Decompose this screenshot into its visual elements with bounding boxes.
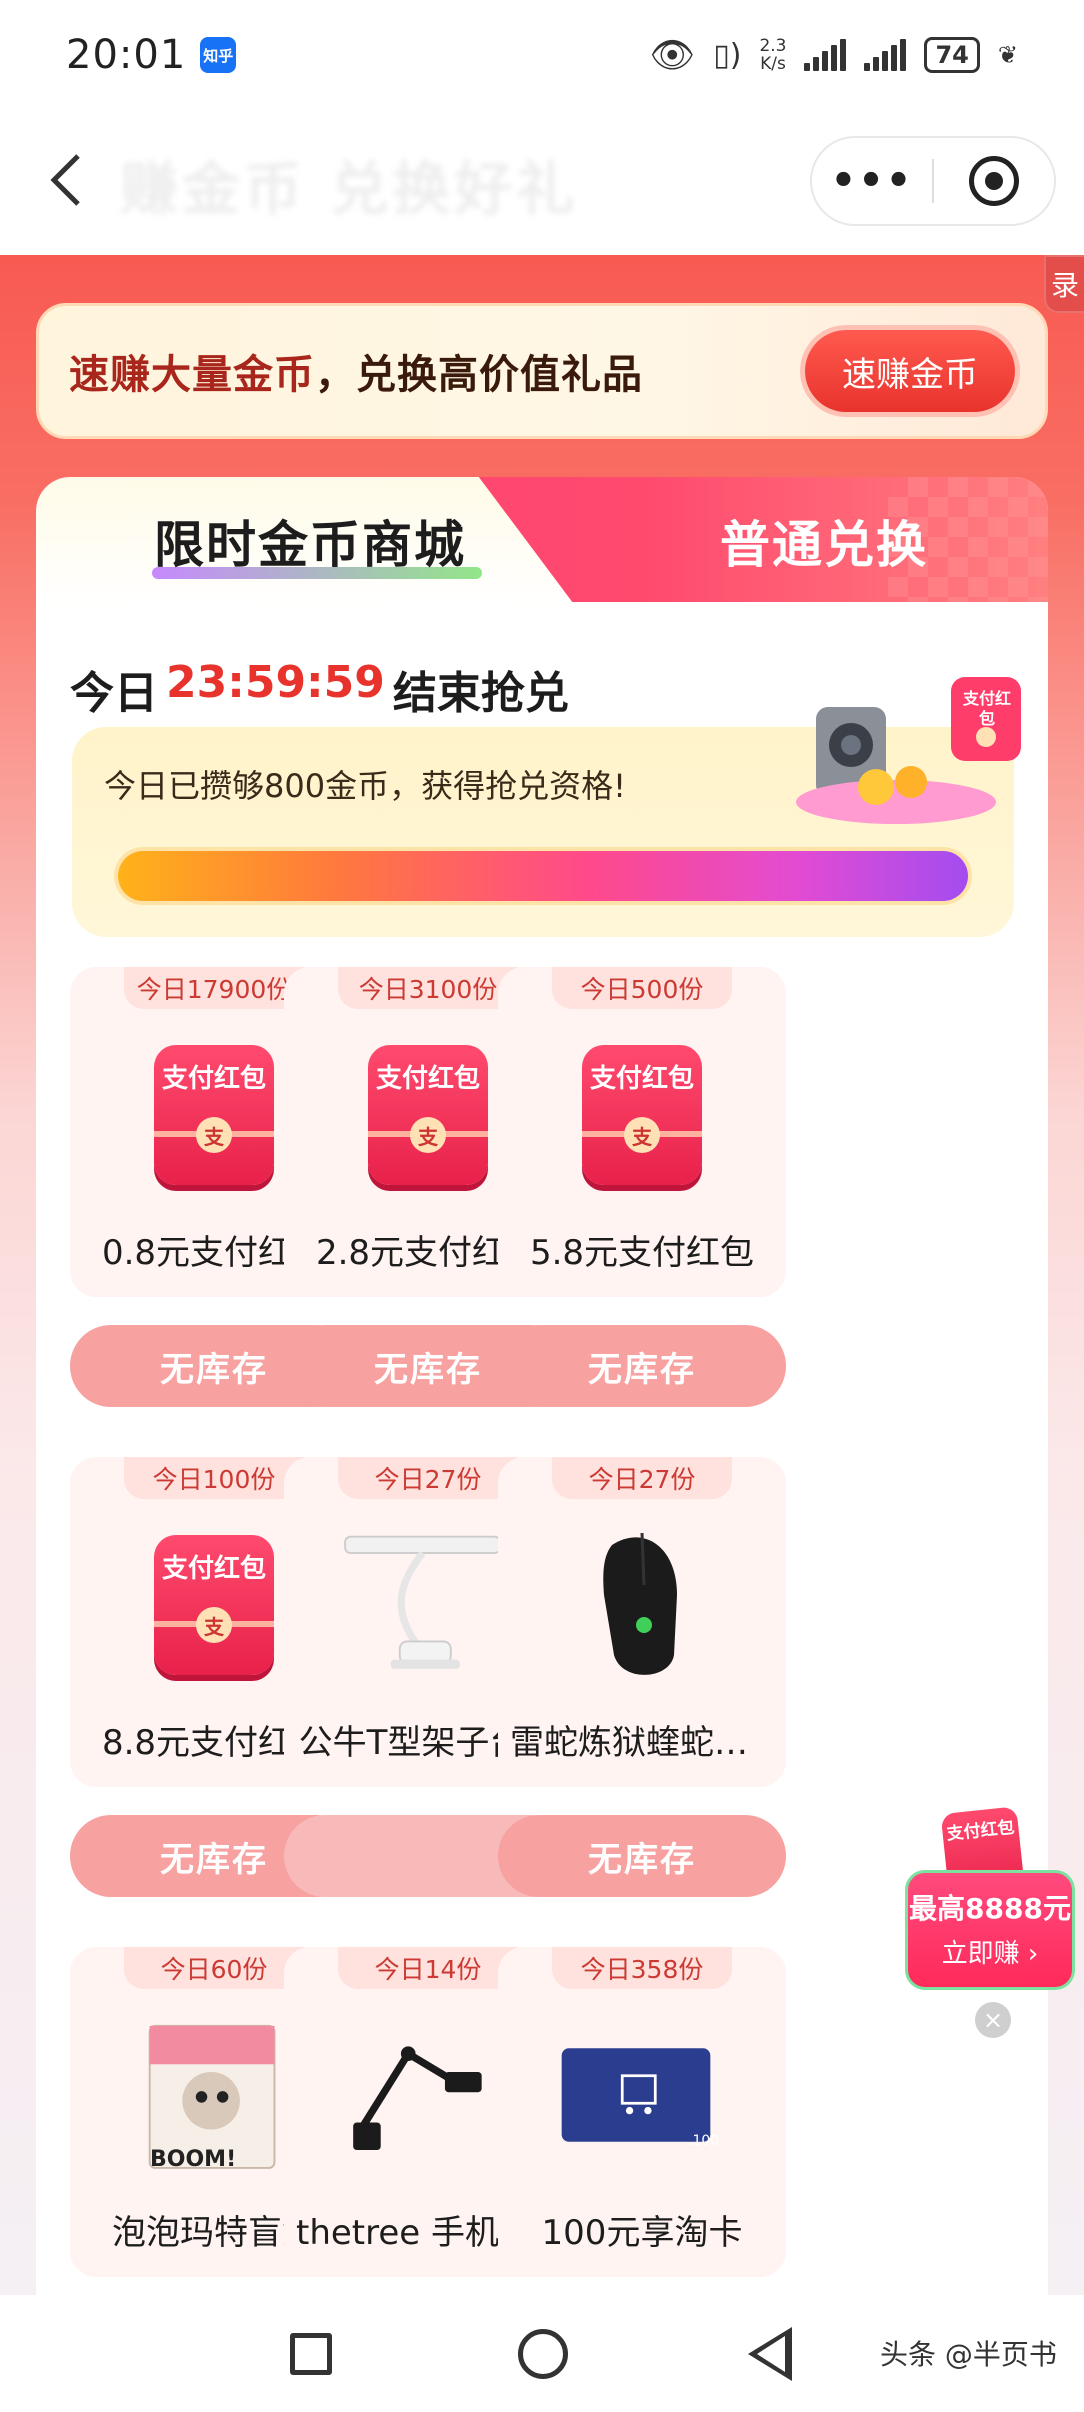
- product-image: [344, 1533, 500, 1677]
- progress-fill: [118, 851, 968, 901]
- envelope-coin: 支: [196, 1117, 232, 1153]
- signal-1-icon: [804, 39, 847, 71]
- status-time: 20:01: [66, 32, 187, 78]
- system-navigation-bar: 头条 @半页书: [0, 2295, 1084, 2412]
- envelope-label: 支付红包: [161, 1064, 266, 1094]
- zhihu-notification-icon: 知乎: [200, 37, 237, 73]
- network-speed: 2.3 K/s: [759, 37, 786, 73]
- product-name: 100元享淘卡: [541, 2213, 743, 2253]
- recent-apps-icon[interactable]: [290, 2333, 332, 2375]
- envelope-coin: 支: [196, 1607, 232, 1643]
- quantity-tag: 今日358份: [552, 1947, 732, 1989]
- product-item: 今日27份 雷蛇炼狱蝰蛇电… 无库存: [498, 1457, 786, 1897]
- product-image: 支付红包支: [570, 1043, 714, 1187]
- eye-icon: 👁: [649, 35, 696, 76]
- countdown-prefix: 今日: [70, 668, 158, 719]
- red-envelope-icon: 支付红包支: [154, 1535, 274, 1675]
- product-name: 5.8元支付红包: [529, 1233, 755, 1273]
- out-of-stock-button[interactable]: 无库存: [498, 1325, 786, 1407]
- gaming-mouse-icon: [603, 1532, 677, 1675]
- tab-limited-store-label[interactable]: 限时金币商城: [154, 505, 466, 577]
- product-image: BOOM!: [142, 2023, 286, 2172]
- phone-stand-icon: [353, 2046, 482, 2151]
- status-bar: 20:01 知乎 👁 ▯) 2.3 K/s 74 ❦: [0, 0, 1084, 110]
- network-speed-unit: K/s: [760, 54, 786, 74]
- quantity-tag: 今日27份: [552, 1457, 732, 1499]
- product-image: [570, 1532, 714, 1677]
- earn-coins-button[interactable]: 速赚金币: [805, 330, 1015, 412]
- product-item: 今日358份 .100 100元享淘卡: [498, 1947, 786, 2295]
- network-speed-value: 2.3: [759, 36, 787, 56]
- promo-rest: ，兑换高价值礼品: [315, 352, 643, 398]
- progress-text: 今日已攒够800金币，获得抢兑资格!: [104, 767, 626, 805]
- signal-2-icon: [864, 39, 907, 71]
- battery-icon: 74: [924, 37, 980, 73]
- target-icon: [969, 156, 1019, 206]
- countdown: 今日 23:59:59 结束抢兑: [70, 657, 569, 721]
- blind-box-label: BOOM!: [150, 2147, 237, 2172]
- envelope-label: 支付红包: [161, 1554, 266, 1584]
- side-record-tab[interactable]: 录: [1044, 255, 1084, 313]
- status-icons: 👁 ▯) 2.3 K/s 74 ❦: [650, 34, 1018, 76]
- quantity-tag: 今日14份: [338, 1947, 518, 1989]
- floating-ad-amount: 最高8888元: [909, 1892, 1071, 1925]
- chevron-left-icon: [50, 154, 80, 206]
- quantity-tag: 今日17900份: [124, 967, 304, 1009]
- floating-ad-box[interactable]: 最高8888元 立即赚 ›: [905, 1870, 1075, 1990]
- floating-ad[interactable]: 支付红包 最高8888元 立即赚 › ×: [905, 1806, 1075, 2038]
- leaf-icon: ❦: [997, 41, 1018, 69]
- quantity-tag: 今日27份: [338, 1457, 518, 1499]
- main-content: 录 速赚大量金币，兑换高价值礼品 速赚金币 限时金币商城 普通兑换 今日 23:…: [0, 255, 1084, 2295]
- more-button[interactable]: •••: [812, 158, 932, 204]
- store-card: 限时金币商城 普通兑换 今日 23:59:59 结束抢兑 今日已攒够800金币，…: [36, 477, 1048, 2295]
- product-card[interactable]: 今日358份 .100 100元享淘卡: [498, 1947, 786, 2277]
- product-image: 支付红包支: [142, 1043, 286, 1187]
- product-image: 支付红包支: [356, 1043, 500, 1187]
- promo-text: 速赚大量金币，兑换高价值礼品: [69, 342, 643, 400]
- back-button[interactable]: [36, 150, 96, 210]
- product-name: 雷蛇炼狱蝰蛇电…: [510, 1723, 774, 1763]
- quantity-tag: 今日60份: [124, 1947, 304, 1989]
- watermark: 头条 @半页书: [880, 2338, 1057, 2371]
- red-envelope-icon: 支付红包支: [368, 1045, 488, 1185]
- product-card[interactable]: 今日27份 雷蛇炼狱蝰蛇电…: [498, 1457, 786, 1787]
- tab-normal-exchange-label[interactable]: 普通兑换: [720, 505, 928, 577]
- product-image: 支付红包支: [142, 1533, 286, 1677]
- red-envelope-icon: 支付红包支: [582, 1045, 702, 1185]
- quantity-tag: 今日100份: [124, 1457, 304, 1499]
- progress-bar: [114, 847, 972, 905]
- quantity-tag: 今日3100份: [338, 967, 518, 1009]
- product-image: [353, 2023, 500, 2167]
- out-of-stock-button[interactable]: 无库存: [498, 1815, 786, 1897]
- close-button[interactable]: [934, 156, 1054, 206]
- back-triangle-icon[interactable]: [748, 2327, 792, 2381]
- product-card[interactable]: 今日500份 支付红包支 5.8元支付红包: [498, 967, 786, 1297]
- promo-highlight: 速赚大量金币: [69, 352, 315, 398]
- reward-envelope-text: 支付红包: [962, 689, 1011, 728]
- vibrate-icon: ▯): [713, 37, 742, 73]
- quantity-tag: 今日500份: [552, 967, 732, 1009]
- page-title: 赚金币 兑换好礼: [120, 155, 579, 223]
- desk-lamp-icon: [344, 1535, 500, 1669]
- tab-bar: 限时金币商城 普通兑换: [36, 477, 1048, 607]
- envelope-label: 支付红包: [589, 1064, 694, 1094]
- nav-bar: 赚金币 兑换好礼 •••: [0, 110, 1084, 255]
- countdown-suffix: 结束抢兑: [392, 668, 569, 719]
- product-image: .100: [561, 2023, 719, 2167]
- envelope-coin: 支: [410, 1117, 446, 1153]
- mini-program-capsule: •••: [810, 136, 1056, 226]
- gift-card-value: .100: [688, 2133, 720, 2149]
- close-icon[interactable]: ×: [975, 2002, 1011, 2038]
- red-envelope-icon: 支付红包支: [154, 1045, 274, 1185]
- floating-ad-cta[interactable]: 立即赚 ›: [908, 1933, 1072, 1970]
- promo-banner[interactable]: 速赚大量金币，兑换高价值礼品 速赚金币: [36, 303, 1048, 439]
- envelope-label: 支付红包: [375, 1064, 480, 1094]
- home-icon[interactable]: [518, 2329, 568, 2379]
- envelope-coin: 支: [624, 1117, 660, 1153]
- reward-illustration: 支付红包: [786, 667, 1026, 827]
- countdown-time: 23:59:59: [166, 657, 385, 708]
- product-item: 今日500份 支付红包支 5.8元支付红包 无库存: [498, 967, 786, 1407]
